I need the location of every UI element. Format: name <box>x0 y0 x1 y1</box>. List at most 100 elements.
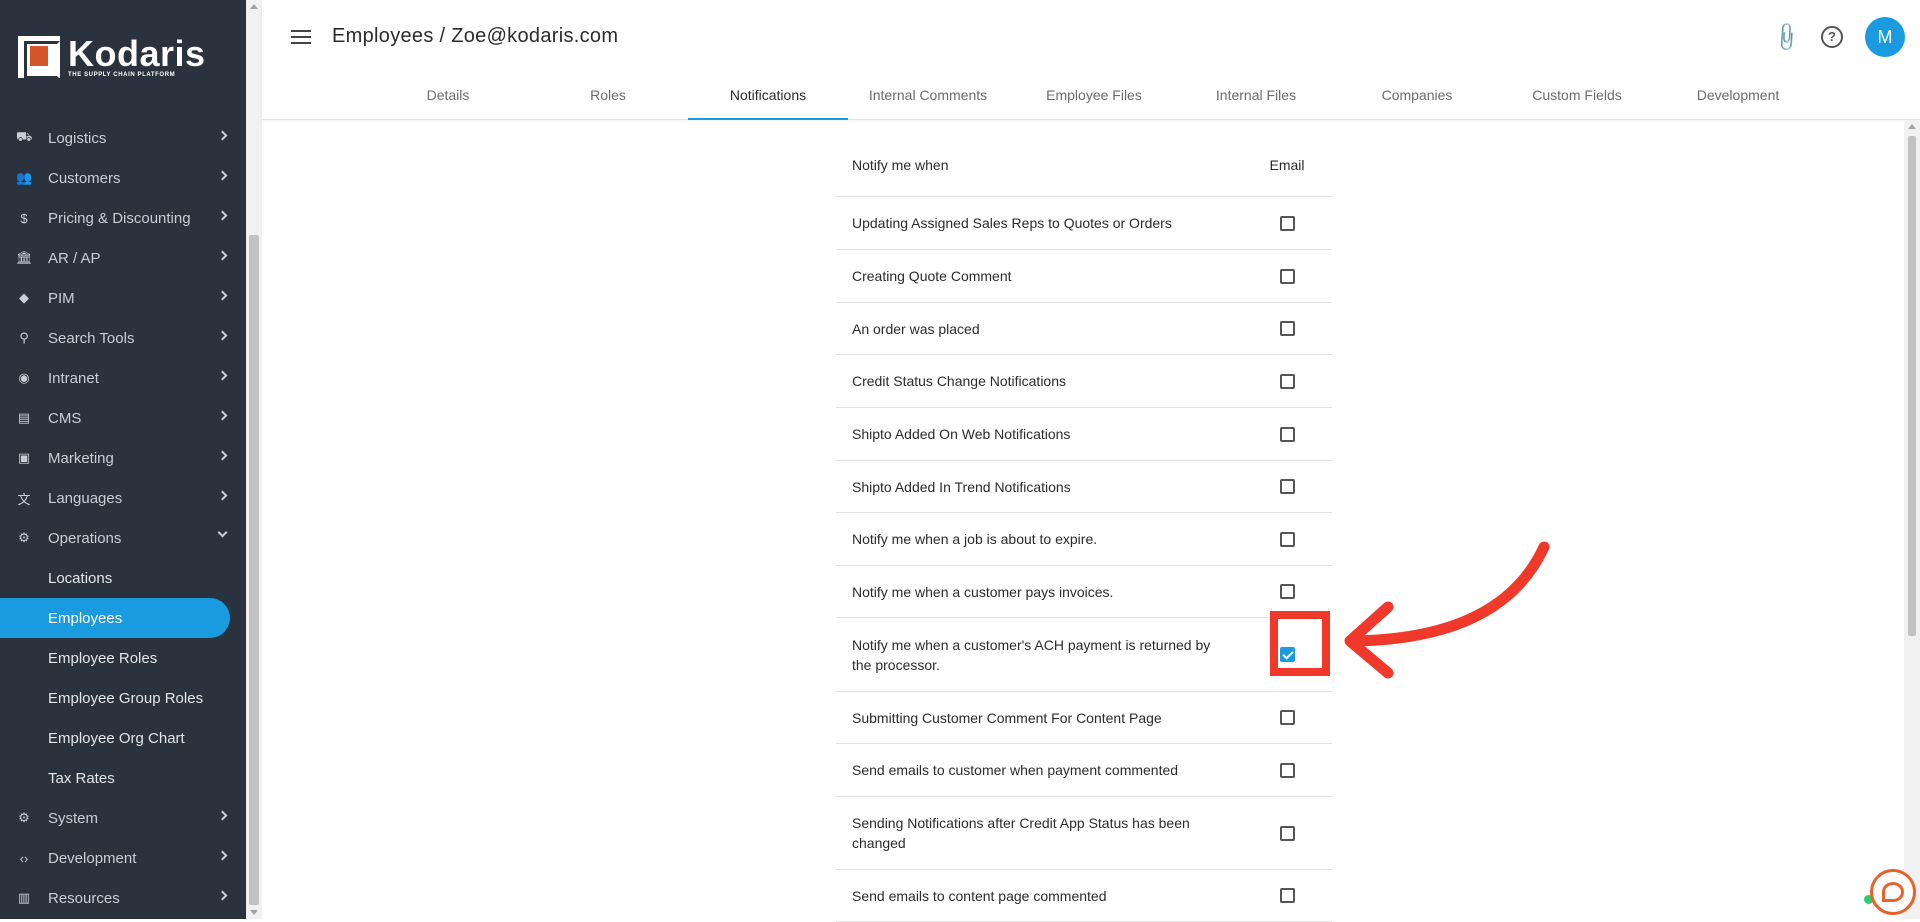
main-scrollbar-thumb[interactable] <box>1908 136 1916 636</box>
scroll-up-arrow-icon[interactable] <box>1908 124 1916 129</box>
help-icon[interactable]: ? <box>1821 26 1843 48</box>
bank-icon: 🏛 <box>16 250 33 265</box>
sidebar-subitem-tax-rates[interactable]: Tax Rates <box>0 758 246 798</box>
truck-icon: ⛟ <box>16 129 33 144</box>
tab-development[interactable]: Development <box>1658 72 1818 120</box>
tab-notifications[interactable]: Notifications <box>688 72 848 120</box>
sidebar-item-label: AR / AP <box>48 249 101 267</box>
table-row: Credit Status Change Notifications <box>836 355 1332 408</box>
sidebar-item-customers[interactable]: 👥 Customers <box>0 158 246 198</box>
notification-label: Creating Quote Comment <box>852 268 1012 284</box>
chevron-right-icon <box>217 290 228 301</box>
chevron-right-icon <box>217 850 228 861</box>
book-icon: ▥ <box>17 890 31 905</box>
email-checkbox[interactable] <box>1279 479 1295 494</box>
menu-icon[interactable] <box>291 30 311 44</box>
notification-label: Sending Notifications after Credit App S… <box>852 815 1190 851</box>
sidebar-item-pricing[interactable]: $ Pricing & Discounting <box>0 198 246 238</box>
avatar[interactable]: M <box>1865 17 1905 57</box>
sidebar-item-marketing[interactable]: ▣ Marketing <box>0 438 246 478</box>
email-checkbox[interactable] <box>1279 825 1295 841</box>
main-scrollbar[interactable] <box>1904 120 1920 919</box>
email-checkbox[interactable] <box>1279 762 1295 778</box>
tab-roles[interactable]: Roles <box>528 72 688 120</box>
code-icon: ‹› <box>19 850 29 866</box>
sidebar-item-label: Customers <box>48 169 121 187</box>
sidebar-item-resources[interactable]: ▥ Resources <box>0 878 246 918</box>
sidebar-item-label: Operations <box>48 529 122 547</box>
table-row: Send emails to content page commented <box>836 870 1332 922</box>
sidebar-item-search-tools[interactable]: ⚲ Search Tools <box>0 318 246 358</box>
chevron-right-icon <box>217 250 228 261</box>
notification-label: Notify me when a customer's ACH payment … <box>852 636 1211 673</box>
annotation-arrow-icon <box>1344 541 1550 679</box>
email-checkbox[interactable] <box>1279 321 1295 336</box>
tab-custom-fields[interactable]: Custom Fields <box>1497 72 1657 120</box>
table-row: Sending Notifications after Credit App S… <box>836 797 1332 870</box>
sidebar-item-pim[interactable]: ◆ PIM <box>0 278 246 318</box>
email-checkbox[interactable] <box>1279 268 1295 284</box>
sidebar-item-label: Languages <box>48 489 123 507</box>
tab-internal-comments[interactable]: Internal Comments <box>848 72 1008 120</box>
sidebar-item-cms[interactable]: ▤ CMS <box>0 398 246 438</box>
tab-employee-files[interactable]: Employee Files <box>1014 72 1174 120</box>
sidebar-item-system[interactable]: ⚙ System <box>0 798 246 838</box>
paperclip-icon[interactable]: 📎 <box>1769 19 1804 54</box>
email-checkbox[interactable] <box>1279 531 1295 547</box>
sidebar-item-label: Search Tools <box>48 329 135 347</box>
sidebar-subitem-employees[interactable]: Employees <box>0 598 230 638</box>
annotation-highlight-box <box>1270 611 1330 676</box>
sidebar-scrollbar-thumb[interactable] <box>249 235 259 905</box>
sidebar: Kodaris THE SUPPLY CHAIN PLATFORM ⛟ Logi… <box>0 0 246 919</box>
sidebar-item-intranet[interactable]: ◉ Intranet <box>0 358 246 398</box>
sidebar-item-label: Pricing & Discounting <box>48 209 191 227</box>
sidebar-subitem-employee-roles[interactable]: Employee Roles <box>0 638 246 678</box>
chevron-right-icon <box>217 130 228 141</box>
chevron-right-icon <box>217 450 228 461</box>
tab-internal-files[interactable]: Internal Files <box>1176 72 1336 120</box>
email-checkbox[interactable] <box>1279 584 1295 599</box>
sidebar-subitem-employee-org-chart[interactable]: Employee Org Chart <box>0 718 246 758</box>
notification-label: Notify me when a job is about to expire. <box>852 531 1098 547</box>
email-checkbox[interactable] <box>1279 710 1295 725</box>
kodaris-logo[interactable]: Kodaris THE SUPPLY CHAIN PLATFORM <box>18 35 206 79</box>
tab-bar: Details Roles Notifications Internal Com… <box>262 72 1920 120</box>
email-checkbox[interactable] <box>1279 373 1295 389</box>
chevron-right-icon <box>217 330 228 341</box>
kodaris-logo-icon <box>18 36 60 79</box>
sidebar-item-label: System <box>48 809 99 827</box>
sidebar-item-label: Development <box>48 849 137 867</box>
table-row: Submitting Customer Comment For Content … <box>836 692 1332 744</box>
email-checkbox[interactable] <box>1279 888 1295 903</box>
translate-icon: 文 <box>17 491 31 507</box>
notification-label: Updating Assigned Sales Reps to Quotes o… <box>852 215 1172 231</box>
tab-details[interactable]: Details <box>368 72 528 120</box>
sidebar-item-operations[interactable]: ⚙ Operations <box>0 518 246 558</box>
sidebar-item-ar-ap[interactable]: 🏛 AR / AP <box>0 238 246 278</box>
chat-widget-icon[interactable] <box>1870 869 1916 915</box>
search-icon: ⚲ <box>19 330 29 345</box>
sidebar-item-languages[interactable]: 文 Languages <box>0 478 246 518</box>
scroll-down-arrow-icon[interactable] <box>250 910 258 915</box>
people-icon: 👥 <box>16 170 33 185</box>
sidebar-item-logistics[interactable]: ⛟ Logistics <box>0 118 246 158</box>
sidebar-subitem-employee-group-roles[interactable]: Employee Group Roles <box>0 678 246 718</box>
sidebar-item-development[interactable]: ‹› Development <box>0 838 246 878</box>
sidebar-subitem-locations[interactable]: Locations <box>0 558 246 598</box>
column-header-email: Email <box>1269 156 1305 173</box>
notification-label: Send emails to content page commented <box>852 887 1107 904</box>
gear-icon: ⚙ <box>18 810 30 825</box>
chevron-right-icon <box>217 490 228 501</box>
chevron-right-icon <box>217 890 228 901</box>
sidebar-nav: ⛟ Logistics 👥 Customers $ Pricing & Disc… <box>0 118 246 918</box>
email-checkbox[interactable] <box>1279 426 1295 442</box>
sidebar-scrollbar[interactable] <box>246 0 262 919</box>
dollar-icon: $ <box>20 210 28 226</box>
email-checkbox[interactable] <box>1279 215 1295 231</box>
notification-label: An order was placed <box>852 320 980 337</box>
table-row: Updating Assigned Sales Reps to Quotes o… <box>836 197 1332 250</box>
chevron-right-icon <box>217 210 228 221</box>
tab-companies[interactable]: Companies <box>1337 72 1497 120</box>
scroll-up-arrow-icon[interactable] <box>250 4 258 9</box>
notification-label: Submitting Customer Comment For Content … <box>852 709 1162 726</box>
